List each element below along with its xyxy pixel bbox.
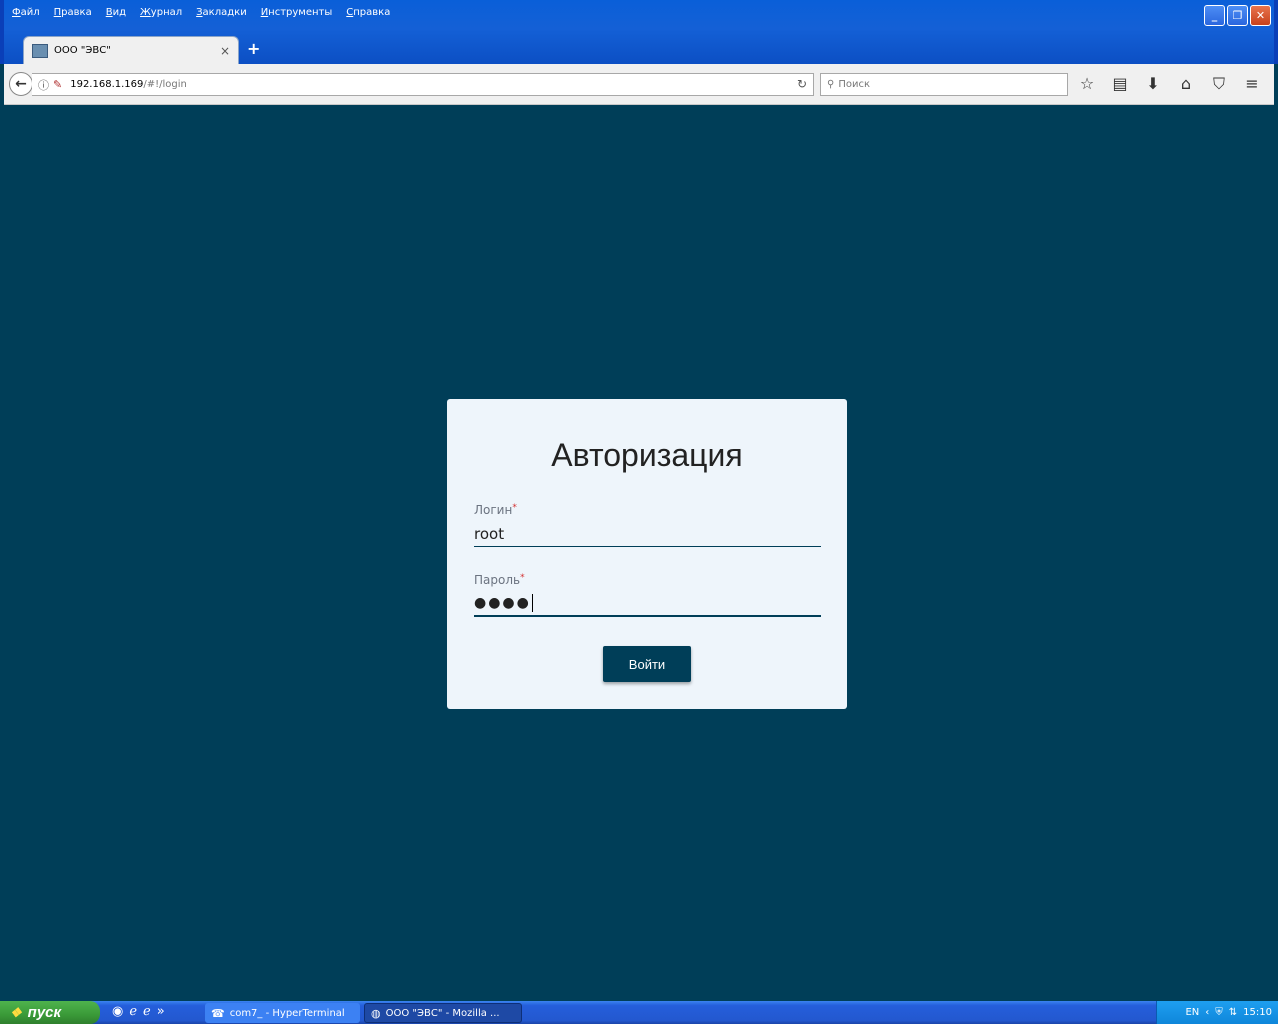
menu-tools[interactable]: Инструменты (261, 7, 333, 18)
login-label-text: Логин (474, 503, 513, 517)
downloads-icon[interactable]: ⬇ (1144, 74, 1162, 94)
required-mark: * (520, 573, 525, 583)
search-placeholder: Поиск (838, 79, 871, 90)
taskbar-item-hyperterminal[interactable]: ☎ com7_ - HyperTerminal (205, 1003, 360, 1023)
page-content: Авторизация Логин* root Пароль* ●●●● Вой… (7, 105, 1271, 1001)
login-submit-button[interactable]: Войти (603, 646, 691, 682)
password-label-text: Пароль (474, 573, 521, 587)
password-input-value: ●●●● (474, 595, 531, 611)
navigation-toolbar: ← ⓘ ✎ 192.168.1.169/#!/login ↻ ⚲ Поиск ☆… (4, 64, 1274, 105)
url-text: 192.168.1.169/#!/login (70, 79, 187, 90)
quick-launch: ◉ ℯ ℯ » (112, 1004, 165, 1019)
security-shield-icon[interactable]: ⛨ (1215, 1007, 1223, 1018)
menu-help[interactable]: Справка (346, 7, 390, 18)
start-button[interactable]: ❖ пуск (0, 1001, 100, 1024)
task-label: com7_ - HyperTerminal (229, 1007, 345, 1019)
home-icon[interactable]: ⌂ (1177, 74, 1195, 94)
toolbar-icons: ☆ ▤ ⬇ ⌂ ⛉ ≡ (1078, 74, 1261, 94)
quick-launch-more-icon[interactable]: » (157, 1004, 165, 1019)
start-label: пуск (27, 1004, 62, 1021)
system-tray: EN ‹ ⛨ ⇅ 15:10 (1156, 1001, 1278, 1024)
ie-icon-2[interactable]: ℯ (143, 1004, 151, 1019)
url-bar[interactable]: ⓘ ✎ 192.168.1.169/#!/login ↻ (32, 73, 814, 96)
hamburger-menu-icon[interactable]: ≡ (1243, 74, 1261, 94)
site-favicon-icon (32, 43, 48, 58)
firefox-icon: ◍ (371, 1006, 381, 1020)
login-input-value: root (474, 524, 505, 543)
browser-titlebar: Файл Правка Вид Журнал Закладки Инструме… (0, 0, 1278, 64)
menu-view[interactable]: Вид (106, 7, 126, 18)
login-card: Авторизация Логин* root Пароль* ●●●● Вой… (447, 399, 847, 709)
window-controls: _ ❐ ✕ (1204, 5, 1271, 26)
minimize-button[interactable]: _ (1204, 5, 1225, 26)
text-caret (531, 594, 533, 612)
close-window-button[interactable]: ✕ (1250, 5, 1271, 26)
new-tab-button[interactable]: + (247, 39, 260, 58)
menu-bar: Файл Правка Вид Журнал Закладки Инструме… (12, 7, 390, 18)
menu-edit[interactable]: Правка (54, 7, 92, 18)
close-tab-icon[interactable]: × (220, 44, 230, 58)
task-label: ООО "ЭВС" - Mozilla ... (385, 1007, 500, 1019)
search-icon: ⚲ (827, 79, 835, 90)
bookmark-star-icon[interactable]: ☆ (1078, 74, 1096, 94)
media-player-icon[interactable]: ◉ (112, 1004, 123, 1019)
clock[interactable]: 15:10 (1243, 1007, 1272, 1018)
windows-taskbar: ❖ пуск ◉ ℯ ℯ » ☎ com7_ - HyperTerminal ◍… (0, 1001, 1278, 1024)
taskbar-item-firefox[interactable]: ◍ ООО "ЭВС" - Mozilla ... (364, 1003, 522, 1023)
browser-tab-active[interactable]: ООО "ЭВС" × (23, 36, 239, 64)
required-mark: * (512, 503, 517, 513)
ie-icon[interactable]: ℯ (129, 1004, 137, 1019)
windows-flag-icon: ❖ (10, 1004, 22, 1020)
login-field: Логин* root (474, 503, 821, 547)
language-indicator[interactable]: EN (1185, 1007, 1199, 1018)
hyperterminal-icon: ☎ (211, 1006, 225, 1020)
login-title: Авторизация (551, 437, 743, 473)
pocket-icon[interactable]: ⛉ (1210, 74, 1228, 94)
password-field: Пароль* ●●●● (474, 573, 821, 617)
maximize-button[interactable]: ❐ (1227, 5, 1248, 26)
network-icon[interactable]: ⇅ (1229, 1007, 1237, 1018)
menu-history[interactable]: Журнал (140, 7, 182, 18)
info-icon[interactable]: ⓘ (38, 77, 49, 93)
menu-file[interactable]: Файл (12, 7, 40, 18)
reload-icon[interactable]: ↻ (797, 77, 807, 91)
back-arrow-icon[interactable]: ← (9, 72, 33, 96)
bookmarks-library-icon[interactable]: ▤ (1111, 74, 1129, 94)
url-host: 192.168.1.169 (70, 79, 144, 90)
menu-bookmarks[interactable]: Закладки (196, 7, 247, 18)
password-input[interactable]: ●●●● (474, 591, 821, 617)
password-label: Пароль* (474, 573, 821, 587)
insecure-lock-icon[interactable]: ✎ (53, 78, 62, 91)
tray-arrow-icon[interactable]: ‹ (1205, 1007, 1209, 1018)
search-input[interactable]: ⚲ Поиск (820, 73, 1068, 96)
login-label: Логин* (474, 503, 821, 517)
tab-title: ООО "ЭВС" (54, 45, 111, 56)
url-path: /#!/login (143, 79, 187, 90)
login-input[interactable]: root (474, 521, 821, 547)
